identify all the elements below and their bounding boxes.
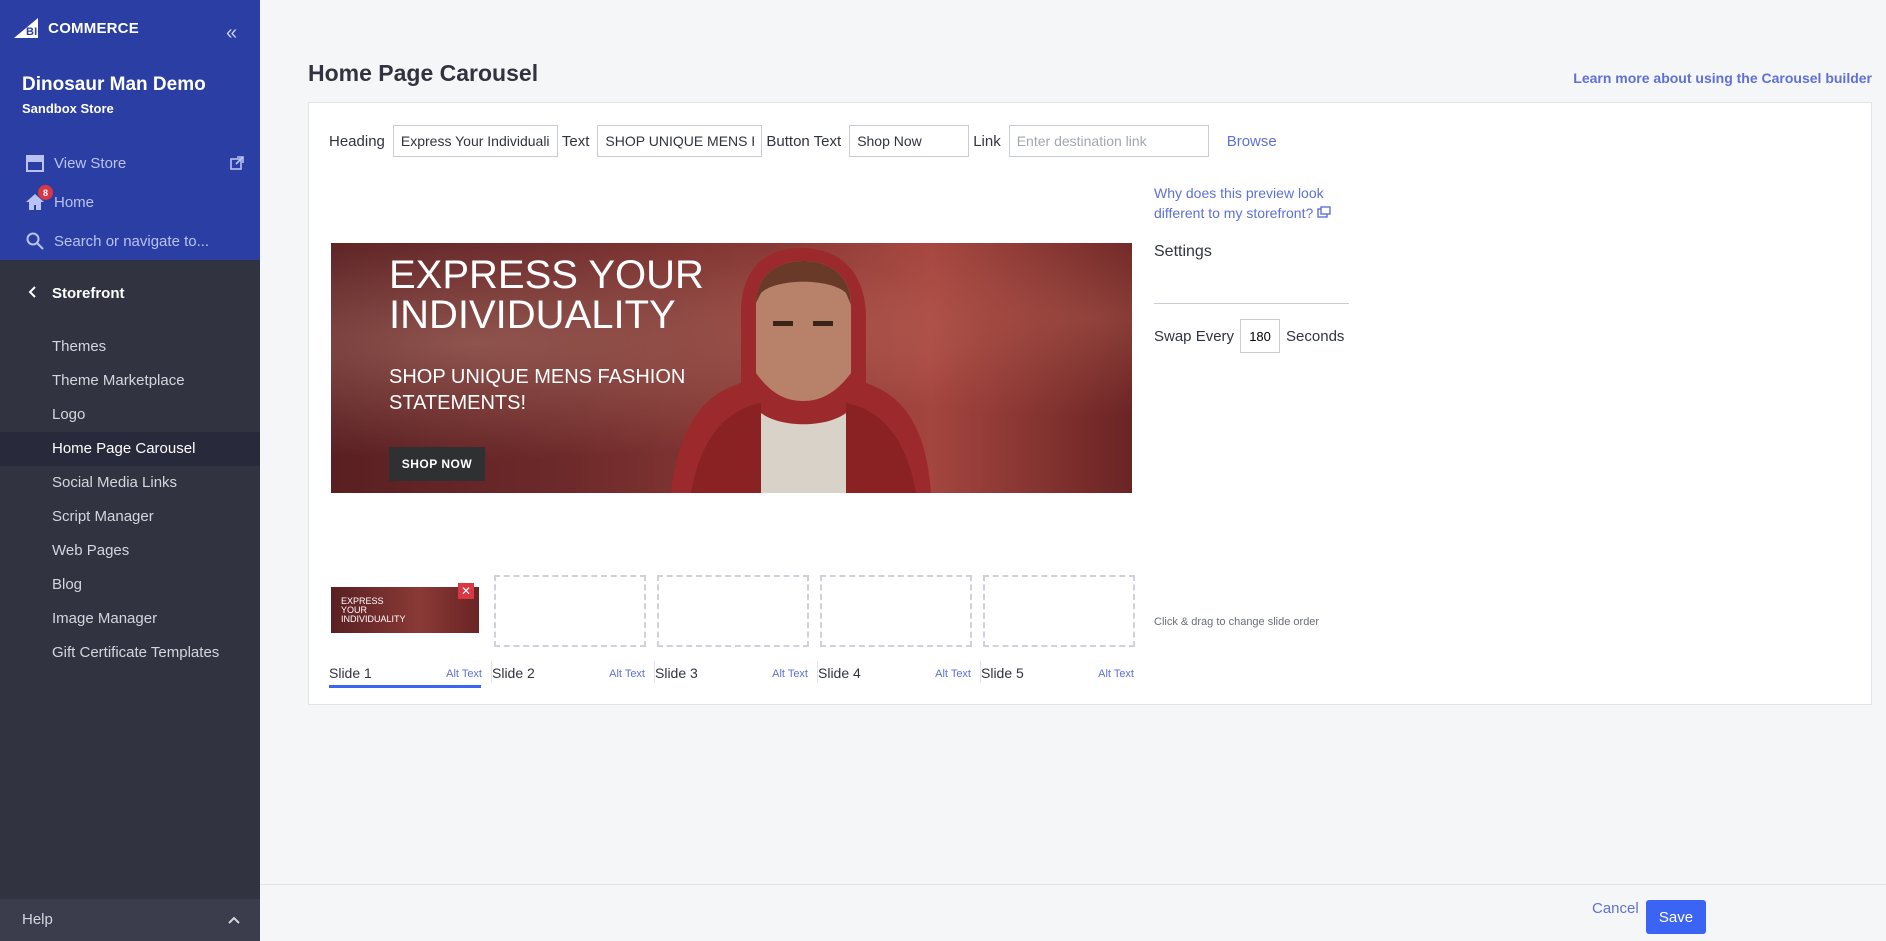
- page-title: Home Page Carousel: [308, 60, 539, 86]
- swap-unit: Seconds: [1286, 327, 1345, 345]
- button-text-input[interactable]: [849, 125, 970, 157]
- slide-4-label[interactable]: Slide 4: [818, 665, 861, 681]
- help-menu[interactable]: Help: [0, 899, 260, 941]
- chevron-left-icon: [28, 285, 36, 302]
- slide-3-alt-text-link[interactable]: Alt Text: [772, 668, 808, 680]
- swap-seconds-input[interactable]: [1240, 319, 1281, 353]
- slide-1-label[interactable]: Slide 1: [329, 665, 372, 681]
- carousel-preview: EXPRESS YOUR INDIVIDUALITY SHOP UNIQUE M…: [331, 243, 1132, 493]
- slide-5[interactable]: Slide 5 Alt Text: [981, 573, 1144, 683]
- new-window-icon: [1317, 205, 1331, 221]
- search-navigate[interactable]: Search or navigate to...: [24, 230, 209, 252]
- sidebar-header: BIG COMMERCE « Dinosaur Man Demo Sandbox…: [0, 0, 260, 260]
- preview-difference-link[interactable]: Why does this preview look different to …: [1154, 183, 1354, 223]
- swap-setting: Swap Every Seconds: [1154, 319, 1344, 353]
- slide-4-empty-dropzone[interactable]: [820, 575, 972, 647]
- slide-2-empty-dropzone[interactable]: [494, 575, 646, 647]
- text-input[interactable]: [597, 125, 763, 157]
- slide-3-label[interactable]: Slide 3: [655, 665, 698, 681]
- nav-item-theme-marketplace[interactable]: Theme Marketplace: [0, 364, 260, 398]
- nav-item-social-media-links[interactable]: Social Media Links: [0, 466, 260, 500]
- slide-4-alt-text-link[interactable]: Alt Text: [935, 668, 971, 680]
- store-subtitle: Sandbox Store: [22, 101, 114, 116]
- slide-3[interactable]: Slide 3 Alt Text: [655, 573, 818, 683]
- settings-title: Settings: [1154, 243, 1212, 260]
- link-input[interactable]: [1008, 125, 1209, 157]
- preview-difference-text: Why does this preview look different to …: [1154, 185, 1324, 221]
- slide-list: EXPRESS YOUR INDIVIDUALITY ✕ Slide 1 Alt…: [329, 573, 1144, 688]
- browse-link[interactable]: Browse: [1227, 133, 1277, 150]
- slide-5-label[interactable]: Slide 5: [981, 665, 1024, 681]
- slide-5-empty-dropzone[interactable]: [983, 575, 1135, 647]
- store-name: Dinosaur Man Demo: [22, 74, 206, 95]
- carousel-editor-panel: Heading Text Button Text Link Browse Why…: [308, 102, 1872, 705]
- chevron-up-icon: [228, 899, 240, 941]
- active-slide-indicator: [329, 685, 481, 688]
- search-icon: [24, 230, 46, 252]
- nav-item-home-page-carousel[interactable]: Home Page Carousel: [0, 432, 260, 466]
- preview-text: SHOP UNIQUE MENS FASHION STATEMENTS!: [389, 366, 686, 414]
- remove-slide-icon[interactable]: ✕: [458, 583, 474, 599]
- nav-item-web-pages[interactable]: Web Pages: [0, 534, 260, 568]
- settings-divider: [1154, 303, 1349, 304]
- section-label: Storefront: [52, 285, 125, 302]
- nav-item-image-manager[interactable]: Image Manager: [0, 602, 260, 636]
- slide-5-alt-text-link[interactable]: Alt Text: [1098, 668, 1134, 680]
- slide-3-empty-dropzone[interactable]: [657, 575, 809, 647]
- slide-2-alt-text-link[interactable]: Alt Text: [609, 668, 645, 680]
- sidebar: BIG COMMERCE « Dinosaur Man Demo Sandbox…: [0, 0, 260, 941]
- home-icon: 8: [24, 185, 53, 213]
- text-label: Text: [561, 132, 590, 150]
- collapse-sidebar-icon[interactable]: «: [226, 22, 237, 45]
- external-link-icon[interactable]: [230, 156, 244, 175]
- slide-1[interactable]: EXPRESS YOUR INDIVIDUALITY ✕ Slide 1 Alt…: [329, 573, 492, 688]
- notification-badge: 8: [38, 185, 53, 200]
- preview-heading: EXPRESS YOUR INDIVIDUALITY: [389, 253, 704, 337]
- preview-shop-now-button[interactable]: SHOP NOW: [389, 447, 485, 481]
- heading-input[interactable]: [392, 125, 558, 157]
- nav-item-script-manager[interactable]: Script Manager: [0, 500, 260, 534]
- nav-item-themes[interactable]: Themes: [0, 330, 260, 364]
- button-text-label: Button Text: [766, 132, 842, 150]
- action-footer: Cancel Save: [260, 884, 1886, 941]
- home-label: Home: [54, 193, 95, 211]
- slide-2[interactable]: Slide 2 Alt Text: [492, 573, 655, 683]
- heading-label: Heading: [329, 132, 385, 150]
- view-store-link[interactable]: View Store: [24, 152, 126, 174]
- nav-item-logo[interactable]: Logo: [0, 398, 260, 432]
- nav-item-gift-certificate-templates[interactable]: Gift Certificate Templates: [0, 636, 260, 670]
- storefront-section[interactable]: Storefront: [28, 285, 125, 302]
- home-link[interactable]: 8 Home: [24, 185, 95, 213]
- swap-label: Swap Every: [1154, 327, 1235, 345]
- view-store-label: View Store: [54, 154, 127, 172]
- slide-1-alt-text-link[interactable]: Alt Text: [446, 668, 482, 680]
- storefront-icon: [24, 152, 46, 174]
- drag-reorder-note: Click & drag to change slide order: [1154, 616, 1320, 628]
- learn-more-link[interactable]: Learn more about using the Carousel buil…: [1573, 70, 1872, 86]
- storefront-nav: Themes Theme Marketplace Logo Home Page …: [0, 330, 260, 670]
- slide-fields-row: Heading Text Button Text Link Browse: [329, 125, 1277, 157]
- help-label: Help: [22, 911, 53, 928]
- slide-2-label[interactable]: Slide 2: [492, 665, 535, 681]
- link-label: Link: [973, 132, 1001, 150]
- slide-1-thumb-text: EXPRESS YOUR INDIVIDUALITY: [341, 596, 406, 624]
- save-button[interactable]: Save: [1646, 900, 1706, 934]
- cancel-button[interactable]: Cancel: [1592, 900, 1639, 917]
- slide-1-thumbnail[interactable]: EXPRESS YOUR INDIVIDUALITY: [331, 587, 479, 633]
- slide-4[interactable]: Slide 4 Alt Text: [818, 573, 981, 683]
- bigcommerce-logo[interactable]: BIG COMMERCE: [14, 16, 139, 40]
- nav-item-blog[interactable]: Blog: [0, 568, 260, 602]
- logo-text: COMMERCE: [48, 19, 139, 37]
- search-label: Search or navigate to...: [54, 232, 210, 250]
- logo-prefix: BIG: [26, 26, 47, 38]
